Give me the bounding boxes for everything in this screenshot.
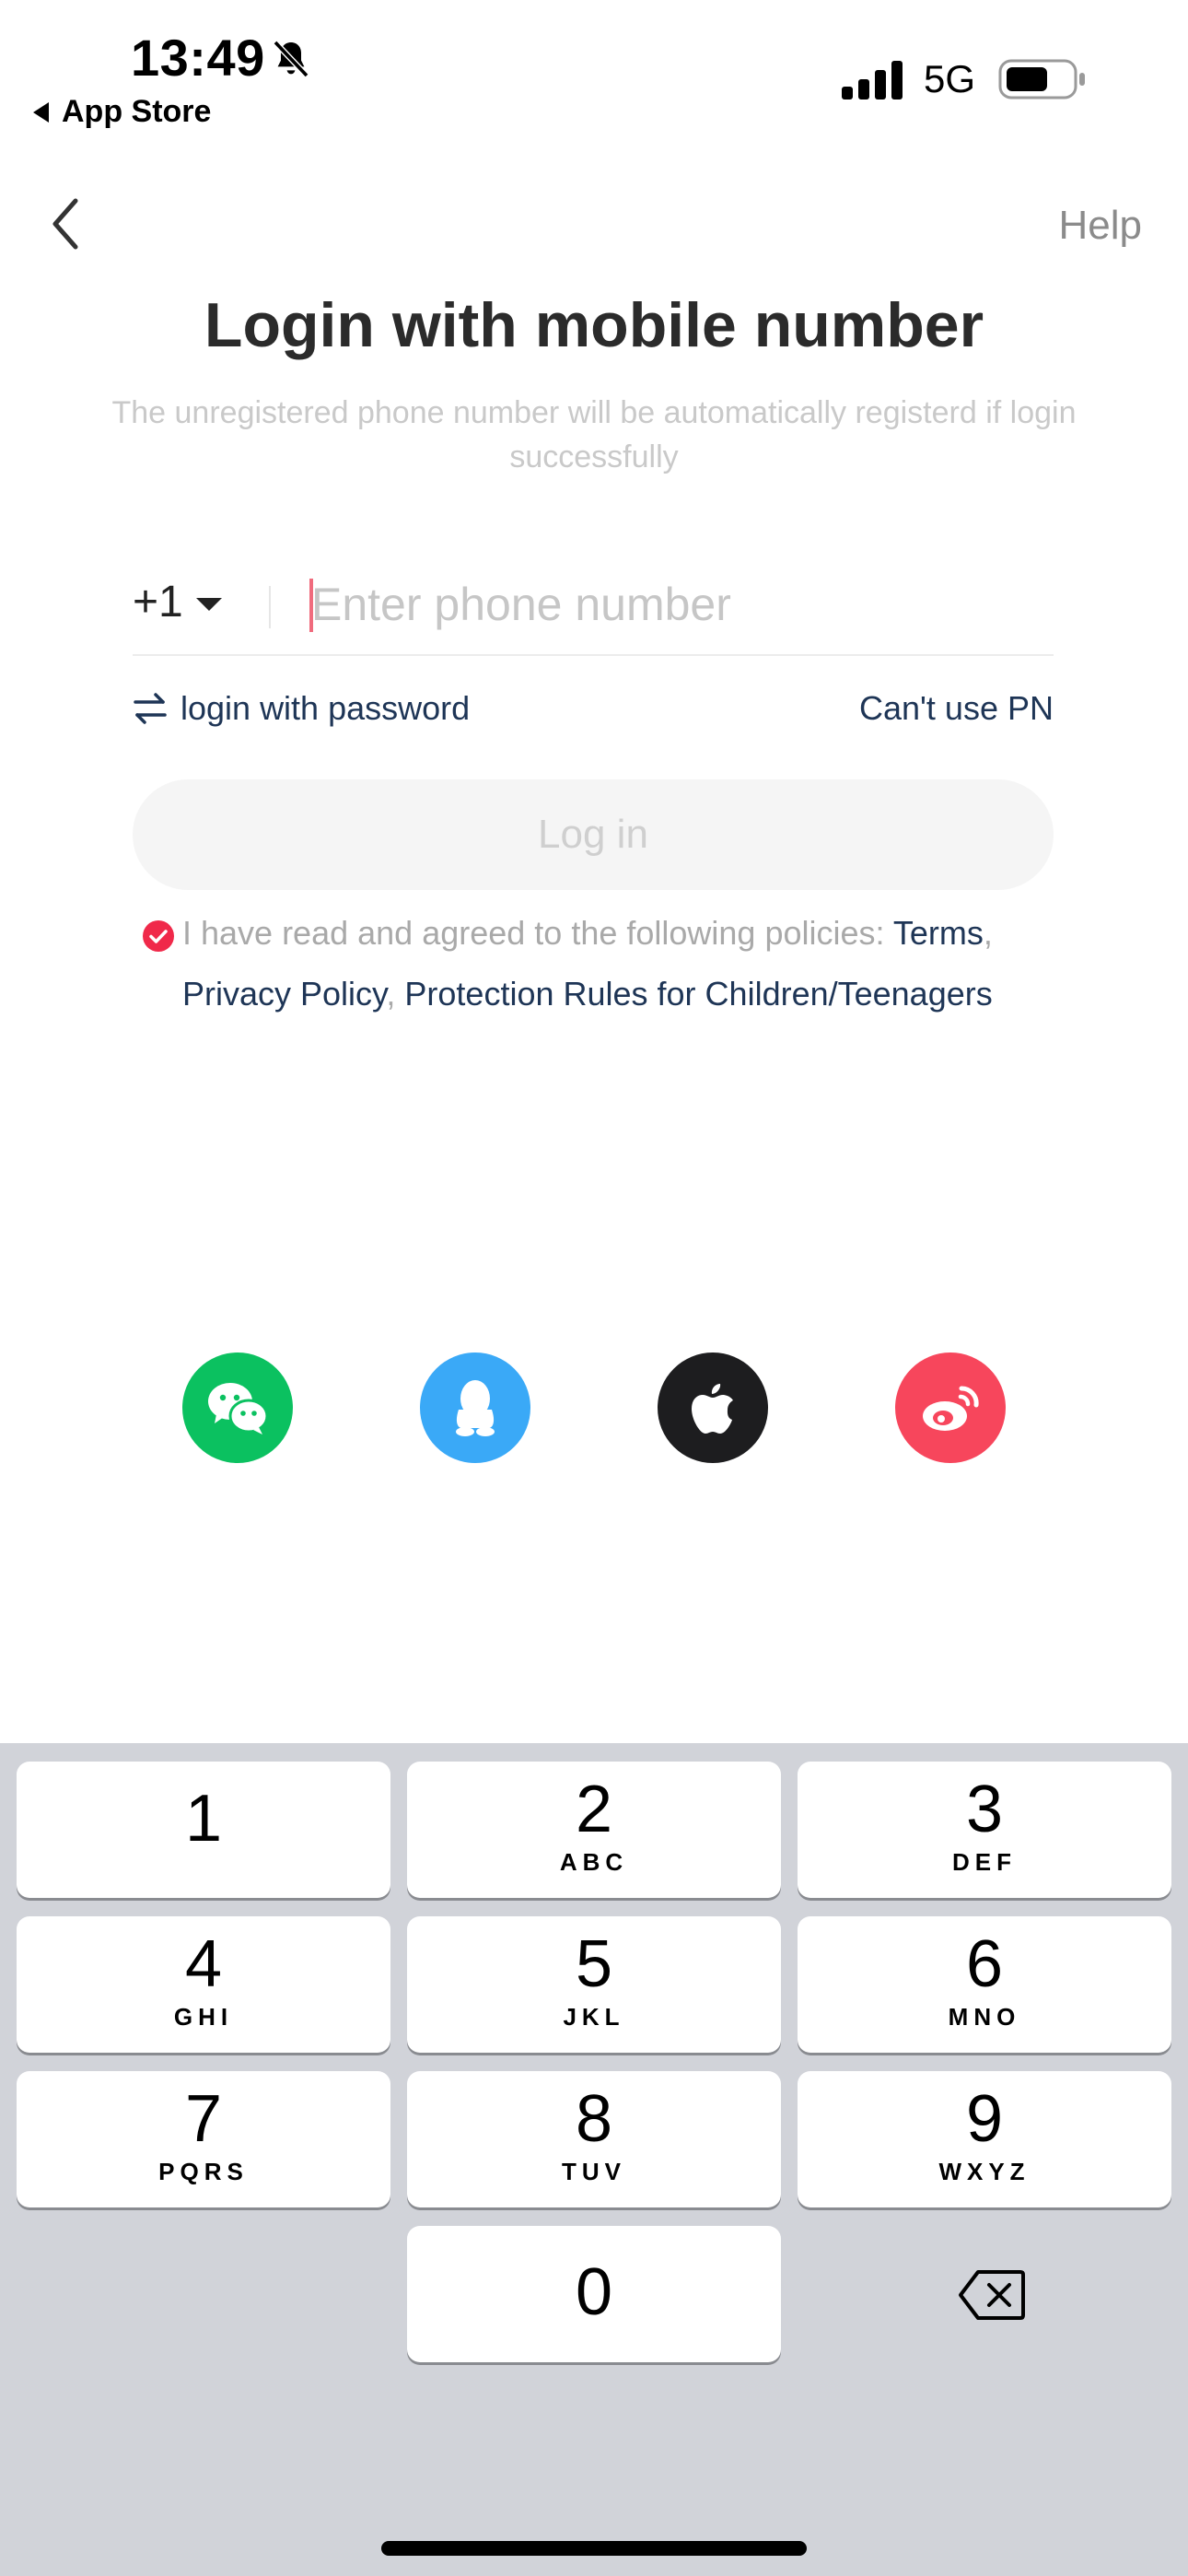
key-4[interactable]: 4 GHI bbox=[17, 1916, 390, 2053]
battery-icon bbox=[998, 59, 1085, 100]
key-5[interactable]: 5 JKL bbox=[407, 1916, 781, 2053]
key-1[interactable]: 1 bbox=[17, 1762, 390, 1898]
country-code-selector[interactable]: +1 bbox=[133, 577, 222, 627]
back-to-app-store[interactable]: App Store bbox=[33, 94, 211, 130]
page-subtitle: The unregistered phone number will be au… bbox=[111, 395, 1077, 474]
key-number: 9 bbox=[965, 2082, 1004, 2156]
key-letters: TUV bbox=[562, 2158, 626, 2185]
agreement-line-2: Privacy Policy, Protection Rules for Chi… bbox=[182, 964, 993, 1025]
weibo-icon bbox=[923, 1386, 979, 1431]
agreement-checkbox-checked-icon[interactable] bbox=[142, 919, 175, 953]
wechat-icon bbox=[208, 1383, 269, 1434]
key-2[interactable]: 2 ABC bbox=[407, 1762, 781, 1898]
key-0[interactable]: 0 bbox=[407, 2226, 781, 2362]
privacy-policy-link[interactable]: Privacy Policy bbox=[182, 975, 386, 1013]
key-8[interactable]: 8 TUV bbox=[407, 2071, 781, 2207]
network-type: 5G bbox=[924, 57, 976, 100]
comma-separator: , bbox=[386, 975, 405, 1013]
comma-separator: , bbox=[983, 914, 993, 952]
key-number: 7 bbox=[184, 2082, 223, 2156]
apple-login-button[interactable] bbox=[658, 1352, 768, 1463]
wechat-login-button[interactable] bbox=[182, 1352, 293, 1463]
key-number: 4 bbox=[184, 1927, 223, 2001]
agreement-line-1: I have read and agreed to the following … bbox=[182, 903, 993, 964]
phone-number-input[interactable] bbox=[311, 569, 1048, 639]
weibo-login-button[interactable] bbox=[895, 1352, 1006, 1463]
status-bar: 13:49 App Store 5G bbox=[0, 0, 1188, 138]
key-letters: WXYZ bbox=[938, 2158, 1031, 2185]
backspace-icon[interactable] bbox=[958, 2268, 1026, 2322]
key-6[interactable]: 6 MNO bbox=[798, 1916, 1171, 2053]
key-letters: ABC bbox=[559, 1848, 629, 1876]
phone-input-row: +1 bbox=[133, 564, 1054, 656]
key-letters: GHI bbox=[173, 2003, 234, 2031]
alternative-login-row: login with password Can't use PN bbox=[133, 689, 1054, 735]
help-link[interactable]: Help bbox=[1059, 203, 1143, 249]
key-number: 5 bbox=[575, 1927, 613, 2001]
swap-arrows-icon bbox=[134, 693, 167, 724]
key-letters: JKL bbox=[563, 2003, 625, 2031]
key-letters: DEF bbox=[952, 1848, 1017, 1876]
key-9[interactable]: 9 WXYZ bbox=[798, 2071, 1171, 2207]
key-7[interactable]: 7 PQRS bbox=[17, 2071, 390, 2207]
key-number: 2 bbox=[575, 1773, 613, 1846]
qq-login-button[interactable] bbox=[420, 1352, 530, 1463]
bell-muted-icon bbox=[273, 40, 309, 78]
divider bbox=[269, 586, 271, 628]
terms-link[interactable]: Terms bbox=[893, 914, 984, 952]
login-button[interactable]: Log in bbox=[133, 779, 1054, 890]
key-number: 0 bbox=[575, 2255, 613, 2329]
cant-use-pn-link[interactable]: Can't use PN bbox=[859, 689, 1054, 728]
qq-icon bbox=[456, 1380, 495, 1436]
key-number: 8 bbox=[575, 2082, 613, 2156]
back-triangle-icon bbox=[33, 101, 49, 123]
text-cursor bbox=[309, 579, 313, 632]
home-indicator bbox=[381, 2541, 807, 2556]
country-code-value: +1 bbox=[133, 578, 183, 626]
numeric-keypad: 1 2 ABC 3 DEF 4 GHI 5 JKL 6 MNO 7 PQRS 8… bbox=[0, 1743, 1188, 2576]
back-app-label: App Store bbox=[62, 94, 212, 129]
key-number: 6 bbox=[965, 1927, 1004, 2001]
key-number: 1 bbox=[184, 1782, 223, 1856]
page-title: Login with mobile number bbox=[204, 290, 984, 360]
login-with-password-label: login with password bbox=[181, 689, 471, 727]
apple-icon bbox=[692, 1384, 733, 1434]
key-letters: MNO bbox=[948, 2003, 1021, 2031]
caret-down-icon bbox=[195, 597, 222, 611]
back-chevron-icon[interactable] bbox=[46, 195, 87, 252]
cellular-signal-icon bbox=[842, 61, 903, 100]
status-time: 13:49 bbox=[131, 29, 265, 87]
protection-rules-link[interactable]: Protection Rules for Children/Teenagers bbox=[404, 975, 992, 1013]
key-letters: PQRS bbox=[158, 2158, 249, 2185]
key-number: 3 bbox=[965, 1773, 1004, 1846]
login-with-password-link[interactable]: login with password bbox=[133, 689, 470, 728]
agreement-text: I have read and agreed to the following … bbox=[182, 914, 893, 952]
key-3[interactable]: 3 DEF bbox=[798, 1762, 1171, 1898]
